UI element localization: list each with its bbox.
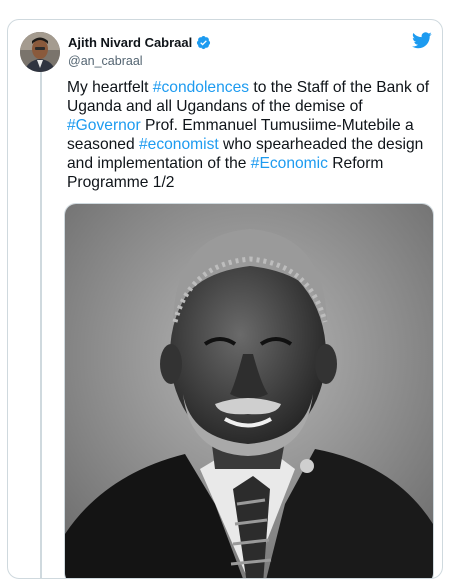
verified-badge-icon <box>196 35 211 50</box>
thread-line <box>40 68 42 578</box>
author-info[interactable]: Ajith Nivard Cabraal @an_cabraal <box>68 33 392 68</box>
text-segment: My heartfelt <box>67 79 153 96</box>
handle[interactable]: @an_cabraal <box>68 54 392 68</box>
avatar-image <box>20 32 60 72</box>
twitter-bird-icon[interactable] <box>412 32 432 49</box>
tweet-text: My heartfelt #condolences to the Staff o… <box>67 78 432 192</box>
portrait-photo <box>65 204 433 578</box>
hashtag-condolences[interactable]: #condolences <box>153 79 249 96</box>
tweet-photo[interactable] <box>64 203 434 578</box>
name-row: Ajith Nivard Cabraal <box>68 33 392 51</box>
display-name[interactable]: Ajith Nivard Cabraal <box>68 35 192 50</box>
avatar[interactable] <box>20 32 60 72</box>
hashtag-economist[interactable]: #economist <box>139 136 219 153</box>
hashtag-governor[interactable]: #Governor <box>67 117 141 134</box>
tweet-card[interactable]: Ajith Nivard Cabraal @an_cabraal My hear… <box>7 19 443 579</box>
hashtag-economic[interactable]: #Economic <box>251 155 328 172</box>
